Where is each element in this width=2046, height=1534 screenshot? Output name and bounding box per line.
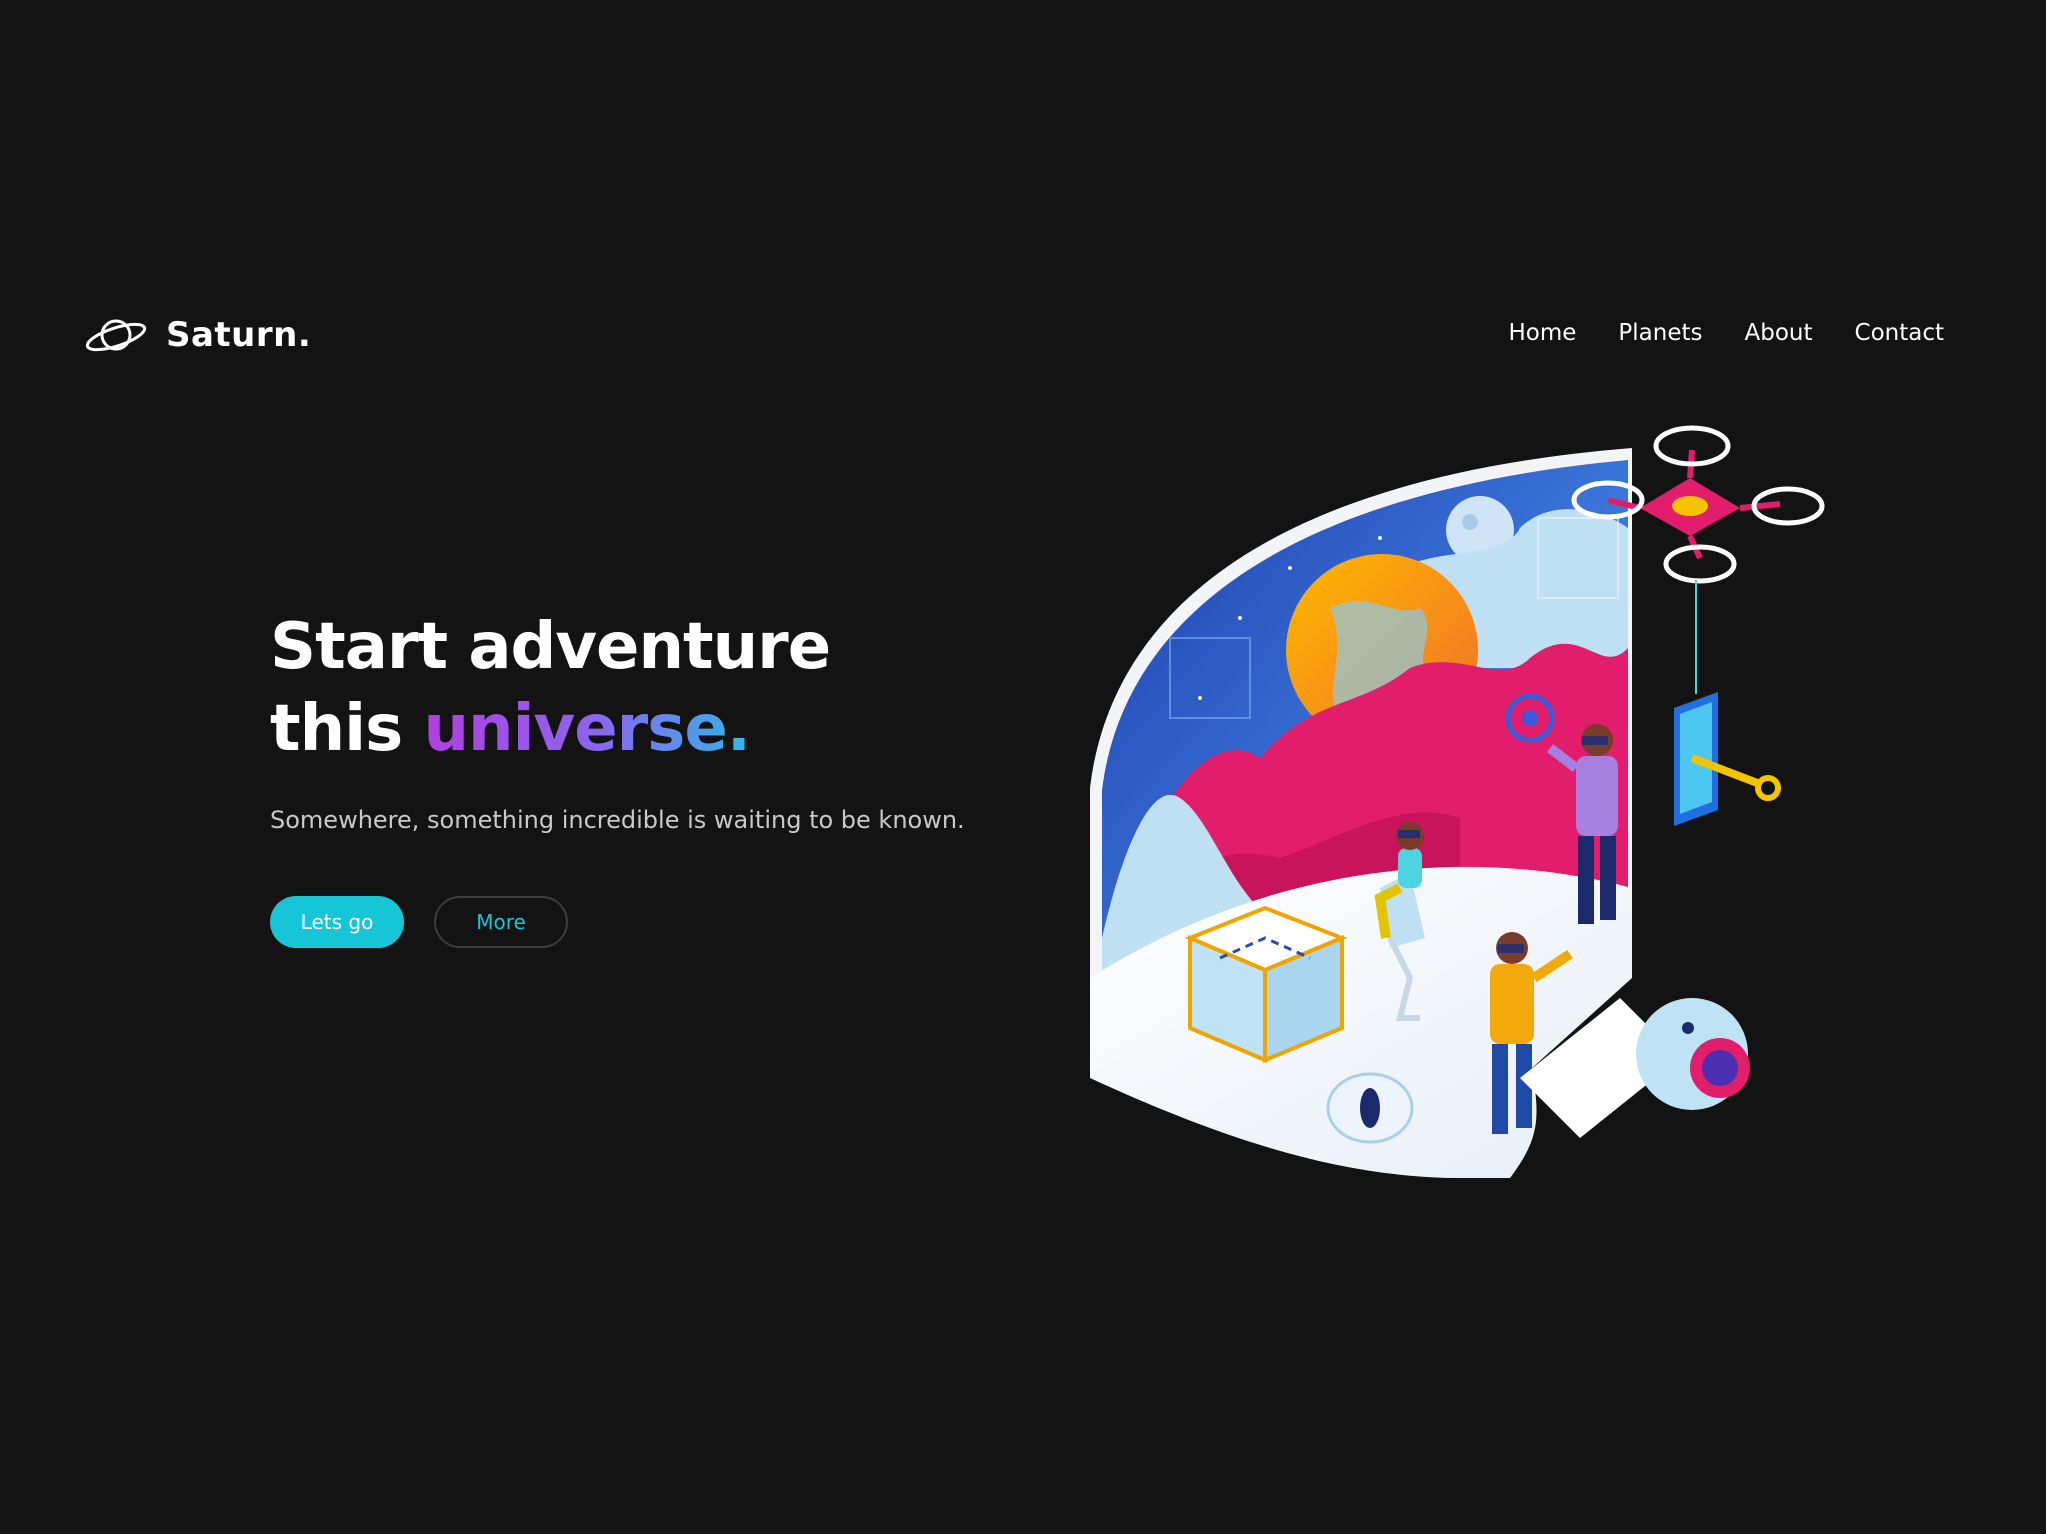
main-nav: Home Planets About Contact bbox=[1508, 320, 1944, 346]
nav-contact[interactable]: Contact bbox=[1855, 320, 1944, 346]
hero-subtitle: Somewhere, something incredible is waiti… bbox=[270, 806, 965, 834]
hero-illustration bbox=[1090, 425, 1825, 1178]
eye-icon bbox=[1326, 1072, 1414, 1144]
hero-buttons: Lets go More bbox=[270, 896, 990, 948]
brand-name: Saturn. bbox=[166, 315, 312, 355]
hero-section: Start adventure this universe. Somewhere… bbox=[270, 606, 990, 948]
cube-icon bbox=[1184, 905, 1348, 1064]
headline-accent: universe. bbox=[423, 692, 751, 766]
brand-logo-link[interactable]: Saturn. bbox=[84, 312, 311, 358]
hero-headline: Start adventure this universe. bbox=[270, 606, 990, 770]
lets-go-button[interactable]: Lets go bbox=[270, 896, 404, 948]
phone-key-icon bbox=[1674, 692, 1781, 826]
landing-page: Saturn. Home Planets About Contact Start… bbox=[0, 0, 2046, 1534]
headline-line-2-prefix: this bbox=[270, 692, 424, 766]
headline-line-1: Start adventure bbox=[270, 610, 831, 684]
saturn-planet-icon bbox=[85, 319, 147, 352]
nav-home[interactable]: Home bbox=[1508, 320, 1576, 346]
nav-planets[interactable]: Planets bbox=[1618, 320, 1702, 346]
nav-about[interactable]: About bbox=[1745, 320, 1813, 346]
more-button[interactable]: More bbox=[434, 896, 568, 948]
